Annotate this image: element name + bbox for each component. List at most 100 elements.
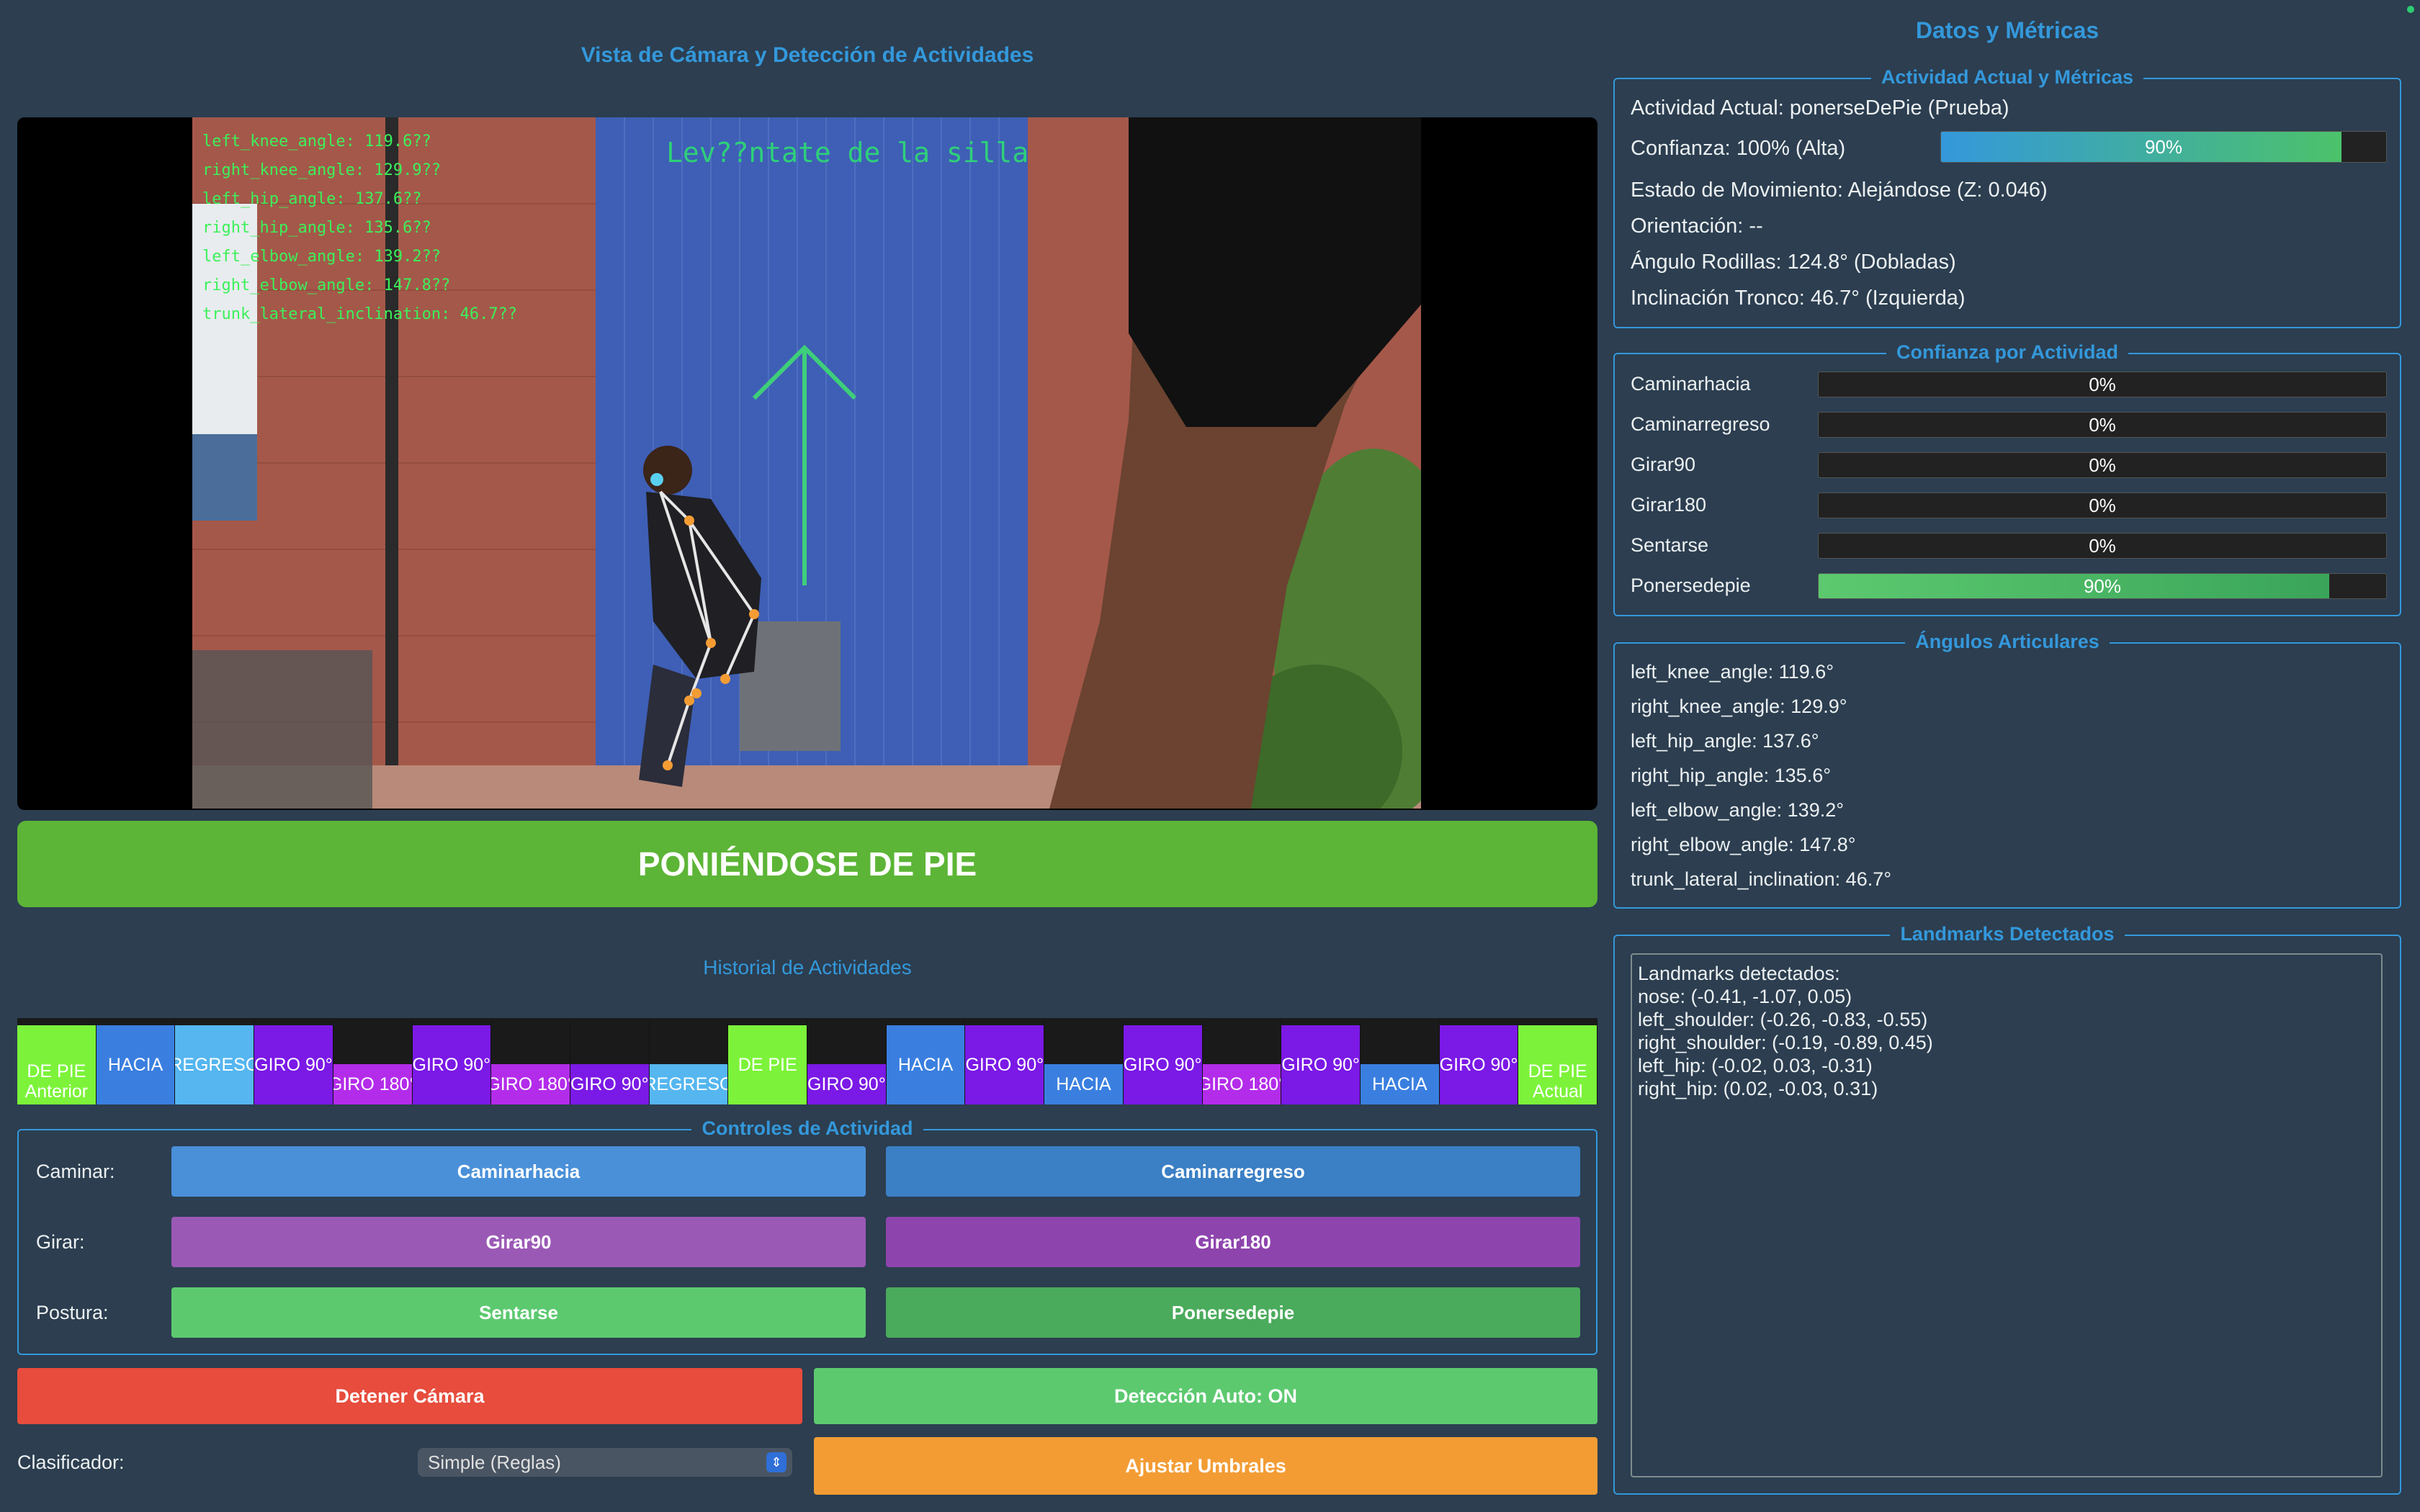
history-cell: GIRO 180° xyxy=(1202,1018,1282,1104)
history-cell: GIRO 90° xyxy=(412,1018,492,1104)
classifier-label: Clasificador: xyxy=(17,1452,125,1473)
activity-confidence-value: 0% xyxy=(2089,454,2116,476)
stand-up-button[interactable]: Ponersedepie xyxy=(886,1287,1580,1338)
select-arrows-icon: ⇕ xyxy=(766,1452,786,1472)
history-cell: HACIA xyxy=(886,1018,966,1104)
turn-180-button[interactable]: Girar180 xyxy=(886,1217,1580,1267)
activity-confidence-value: 90% xyxy=(2083,575,2122,597)
history-cell: GIRO 180° xyxy=(491,1018,570,1104)
metrics-title: Datos y Métricas xyxy=(1915,17,2099,43)
stand-up-label: Ponersedepie xyxy=(1171,1301,1295,1323)
overlay-angle-3: right_hip_angle: 135.6?? xyxy=(202,219,431,237)
control-label-turn: Girar: xyxy=(36,1231,85,1253)
angle-left-elbow: left_elbow_angle: 139.2° xyxy=(1631,799,1845,821)
history-cell: REGRESO xyxy=(649,1018,729,1104)
adjust-thresholds-button[interactable]: Ajustar Umbrales xyxy=(814,1437,1597,1495)
overlay-angle-0: left_knee_angle: 119.6?? xyxy=(202,132,431,150)
history-block: GIRO 90° xyxy=(1439,1025,1518,1104)
joint-angles-panel: Ángulos Articulares left_knee_angle: 119… xyxy=(1613,631,2401,909)
activity-confidence-value: 0% xyxy=(2089,413,2116,436)
activity-confidence-name: Caminarhacia xyxy=(1631,373,1751,395)
history-cell: GIRO 180° xyxy=(333,1018,413,1104)
activity-confidence-bar: 0% xyxy=(1818,372,2387,397)
activity-confidence-name: Sentarse xyxy=(1631,534,1709,556)
activity-confidence-value: 0% xyxy=(2089,534,2116,557)
current-activity-legend: Actividad Actual y Métricas xyxy=(1870,66,2144,88)
orientation-text: Orientación: -- xyxy=(1631,215,1763,238)
history-block: HACIA xyxy=(1044,1064,1123,1104)
trunk-inclination-text: Inclinación Tronco: 46.7° (Izquierda) xyxy=(1631,287,1966,310)
stop-camera-button[interactable]: Detener Cámara xyxy=(17,1368,802,1424)
landmarks-legend: Landmarks Detectados xyxy=(1890,923,2125,945)
sit-down-label: Sentarse xyxy=(479,1301,558,1323)
classifier-value: Simple (Reglas) xyxy=(428,1451,561,1473)
history-block: DE PIE Anterior xyxy=(17,1025,96,1104)
overlay-angle-2: left_hip_angle: 137.6?? xyxy=(202,190,422,208)
activity-confidence-bar: 0% xyxy=(1818,412,2387,438)
history-cell: GIRO 90° xyxy=(1439,1018,1519,1104)
activity-confidence-name: Ponersedepie xyxy=(1631,575,1751,596)
history-cell: GIRO 90° xyxy=(254,1018,333,1104)
activity-confidence-value: 0% xyxy=(2089,373,2116,395)
status-dot-icon xyxy=(2407,6,2414,13)
history-cell: GIRO 90° xyxy=(807,1018,887,1104)
current-activity-label: PONIÉNDOSE DE PIE xyxy=(637,845,977,883)
overlay-angle-5: right_elbow_angle: 147.8?? xyxy=(202,276,450,294)
overlay-angle-4: left_elbow_angle: 139.2?? xyxy=(202,248,441,266)
history-cell: REGRESO xyxy=(175,1018,255,1104)
current-activity-banner: PONIÉNDOSE DE PIE xyxy=(17,821,1597,907)
history-block: GIRO 180° xyxy=(333,1064,412,1104)
auto-detect-label: Detección Auto: ON xyxy=(1113,1385,1297,1407)
history-cell: GIRO 90° xyxy=(965,1018,1045,1104)
history-block: DE PIE Actual xyxy=(1518,1025,1597,1104)
overlay-angle-6: trunk_lateral_inclination: 46.7?? xyxy=(202,305,517,323)
activity-confidence-name: Caminarregreso xyxy=(1631,413,1770,435)
history-block: GIRO 90° xyxy=(807,1064,886,1104)
activity-confidence-bar: 0% xyxy=(1818,533,2387,559)
history-block: GIRO 90° xyxy=(1281,1025,1360,1104)
activity-confidence-bar: 0% xyxy=(1818,492,2387,518)
landmarks-text-area[interactable]: Landmarks detectados: nose: (-0.41, -1.0… xyxy=(1631,953,2383,1477)
camera-section-title: Vista de Cámara y Detección de Actividad… xyxy=(581,43,1034,67)
history-cell: GIRO 90° xyxy=(1281,1018,1361,1104)
movement-state-text: Estado de Movimiento: Alejándose (Z: 0.0… xyxy=(1631,179,2048,202)
confidence-text: Confianza: 100% (Alta) xyxy=(1631,137,1846,160)
history-block: HACIA xyxy=(96,1025,175,1104)
camera-image: left_knee_angle: 119.6?? right_knee_angl… xyxy=(192,117,1421,809)
current-activity-text: Actividad Actual: ponerseDePie (Prueba) xyxy=(1631,96,2009,120)
turn-90-button[interactable]: Girar90 xyxy=(171,1217,866,1267)
activity-controls-legend: Controles de Actividad xyxy=(691,1117,923,1139)
activity-controls-panel: Controles de Actividad Caminar: Caminarh… xyxy=(17,1117,1597,1355)
activity-confidence-bar: 0% xyxy=(1818,452,2387,478)
sit-down-button[interactable]: Sentarse xyxy=(171,1287,866,1338)
joint-angles-legend: Ángulos Articulares xyxy=(1905,631,2110,652)
history-block: DE PIE xyxy=(728,1025,807,1104)
history-block: REGRESO xyxy=(175,1025,254,1104)
walk-back-button[interactable]: Caminarregreso xyxy=(886,1146,1580,1197)
auto-detect-toggle[interactable]: Detección Auto: ON xyxy=(814,1368,1597,1424)
turn-180-label: Girar180 xyxy=(1195,1230,1271,1253)
history-block: GIRO 90° xyxy=(965,1025,1044,1104)
control-label-posture: Postura: xyxy=(36,1302,109,1323)
stop-camera-label: Detener Cámara xyxy=(335,1385,485,1407)
classifier-select[interactable]: Simple (Reglas) ⇕ xyxy=(418,1448,792,1477)
activity-confidence-bar: 90% xyxy=(1818,573,2387,599)
history-cell: HACIA xyxy=(1360,1018,1440,1104)
activity-confidence-name: Girar90 xyxy=(1631,454,1696,475)
angle-right-hip: right_hip_angle: 135.6° xyxy=(1631,765,1832,786)
control-label-walk: Caminar: xyxy=(36,1161,115,1182)
overlay-angle-1: right_knee_angle: 129.9?? xyxy=(202,161,441,179)
history-block: REGRESO xyxy=(649,1064,727,1104)
overlay-instruction: Lev??ntate de la silla xyxy=(666,137,1028,168)
walk-forward-label: Caminarhacia xyxy=(457,1160,581,1182)
history-cell: DE PIE Actual xyxy=(1518,1018,1598,1104)
camera-frame: left_knee_angle: 119.6?? right_knee_angl… xyxy=(17,117,1597,810)
activity-history-strip: DE PIE AnteriorHACIAREGRESOGIRO 90°GIRO … xyxy=(17,1018,1598,1104)
camera-feed: left_knee_angle: 119.6?? right_knee_angl… xyxy=(192,117,1421,809)
activity-confidence-panel: Confianza por Actividad Caminarhacia 0% Ca… xyxy=(1613,341,2401,616)
history-block: GIRO 180° xyxy=(1202,1064,1281,1104)
activity-confidence-legend: Confianza por Actividad xyxy=(1886,341,2129,363)
walk-forward-button[interactable]: Caminarhacia xyxy=(171,1146,866,1197)
angle-left-knee: left_knee_angle: 119.6° xyxy=(1631,661,1834,683)
history-block: GIRO 90° xyxy=(570,1064,649,1104)
